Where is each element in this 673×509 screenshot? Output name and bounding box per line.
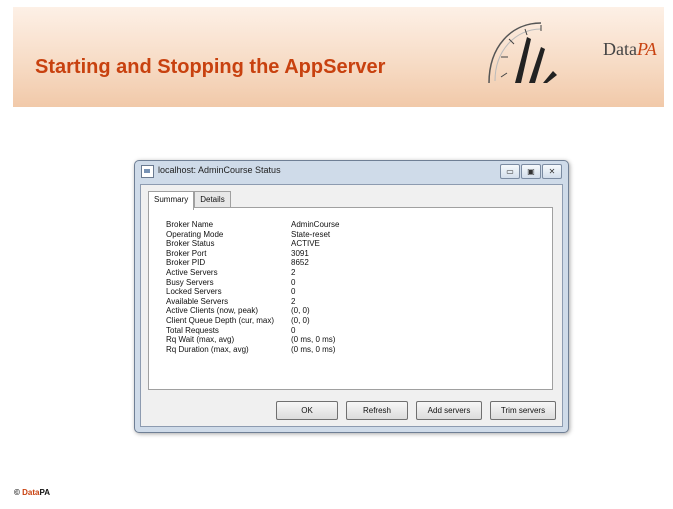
- property-value: AdminCourse: [291, 220, 340, 229]
- window-title: localhost: AdminCourse Status: [158, 165, 281, 175]
- window-client-area: Summary Details Broker Name AdminCourse Op…: [140, 184, 563, 427]
- window-app-icon: [141, 165, 154, 178]
- property-value: (0 ms, 0 ms): [291, 335, 336, 345]
- property-label: Busy Servers: [166, 277, 214, 287]
- window-titlebar[interactable]: localhost: AdminCourse Status ▭ ▣ ✕: [135, 161, 568, 183]
- property-label: Active Servers: [166, 267, 218, 277]
- property-value: State-reset: [291, 229, 331, 239]
- property-label: Available Servers: [166, 296, 229, 306]
- property-value: ACTIVE: [291, 239, 320, 249]
- property-label: Rq Wait (max, avg): [166, 335, 235, 345]
- footer-copyright: © DataPA: [14, 488, 51, 497]
- property-label: Broker Status: [166, 239, 215, 249]
- datapa-logo: DataPA: [603, 39, 657, 59]
- trim-servers-button[interactable]: Trim servers: [490, 401, 556, 420]
- maximize-button[interactable]: ▣: [521, 164, 541, 179]
- property-value: 3091: [291, 248, 309, 258]
- property-label: Operating Mode: [166, 229, 224, 239]
- property-value: 0: [291, 277, 296, 287]
- property-label: Client Queue Depth (cur, max): [166, 315, 275, 325]
- property-value: 0: [291, 325, 296, 335]
- speedometer-logo-icon: [488, 22, 557, 84]
- property-label: Broker Port: [166, 248, 207, 258]
- window-controls: ▭ ▣ ✕: [500, 164, 562, 179]
- property-label: Broker PID: [166, 258, 206, 268]
- slide-title: Starting and Stopping the AppServer: [35, 56, 386, 78]
- status-window: localhost: AdminCourse Status ▭ ▣ ✕ Summ…: [134, 160, 569, 433]
- property-label: Active Clients (now, peak): [166, 306, 259, 316]
- property-label: Rq Duration (max, avg): [166, 344, 249, 354]
- minimize-button[interactable]: ▭: [500, 164, 520, 179]
- property-label: Total Requests: [166, 325, 219, 335]
- close-button[interactable]: ✕: [542, 164, 562, 179]
- tab-summary[interactable]: Summary: [148, 191, 195, 210]
- slide-header: Starting and Stopping the AppServer Data…: [13, 7, 664, 107]
- ok-button[interactable]: OK: [276, 401, 338, 420]
- property-label: Broker Name: [166, 220, 214, 229]
- refresh-button[interactable]: Refresh: [346, 401, 408, 420]
- summary-panel: Broker Name AdminCourse Operating Mode Stat…: [148, 207, 553, 390]
- property-label: Locked Servers: [166, 287, 222, 297]
- property-value: (0 ms, 0 ms): [291, 344, 336, 354]
- add-servers-button[interactable]: Add servers: [416, 401, 482, 420]
- property-value: (0, 0): [291, 315, 310, 325]
- property-value: 8652: [291, 258, 309, 268]
- property-value: 2: [291, 296, 296, 306]
- property-value: 0: [291, 287, 296, 297]
- property-value: (0, 0): [291, 306, 310, 316]
- tab-strip: Summary Details: [148, 191, 231, 210]
- property-value: 2: [291, 267, 296, 277]
- action-buttons: OK Refresh Add servers Trim servers: [276, 401, 556, 420]
